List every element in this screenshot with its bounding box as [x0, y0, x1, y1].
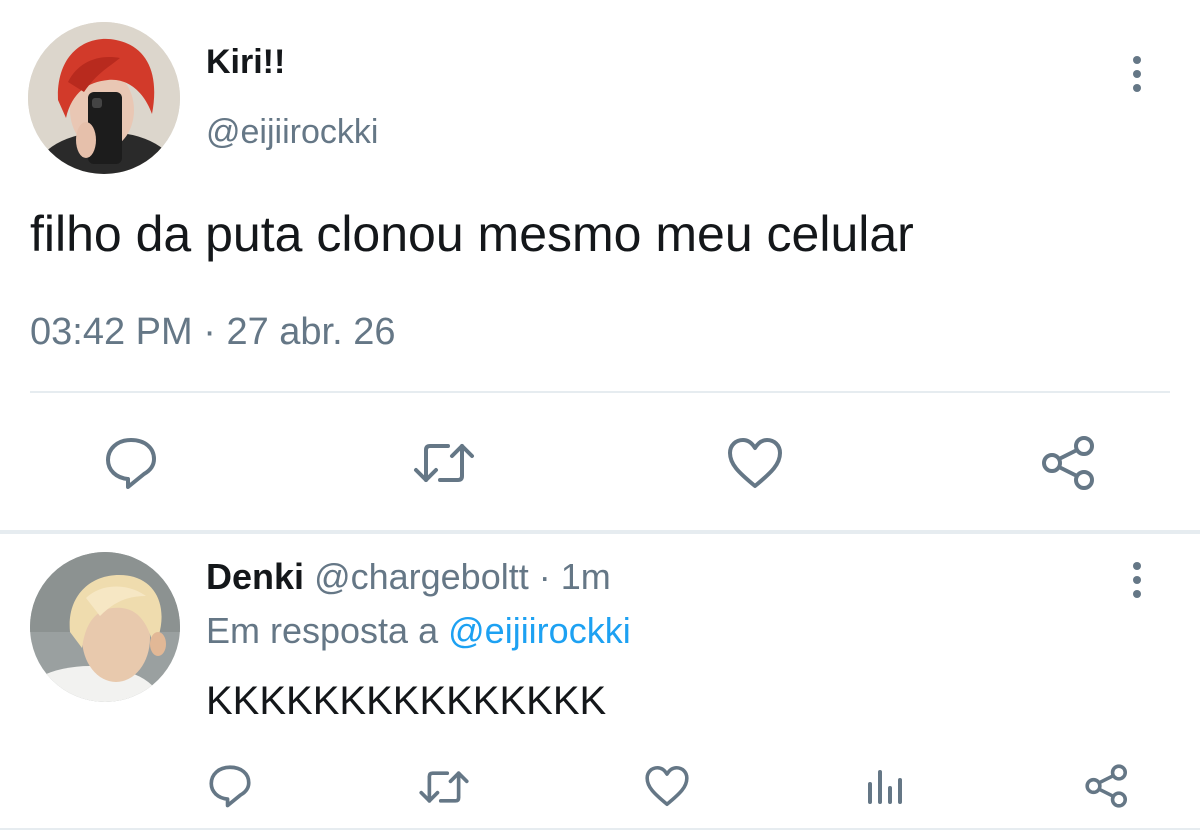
- timestamp-separator: ·: [203, 311, 216, 353]
- section-divider: [0, 530, 1200, 534]
- reply-retweet-icon[interactable]: [418, 768, 470, 806]
- reply-icon[interactable]: [104, 436, 158, 490]
- reply-like-icon[interactable]: [644, 764, 690, 808]
- share-icon[interactable]: [1040, 436, 1098, 490]
- reply-separator: ·: [538, 556, 551, 597]
- tweet-timestamp[interactable]: 03:42 PM · 27 abr. 26: [30, 310, 395, 354]
- tweet-time: 03:42 PM: [30, 311, 193, 353]
- reply-display-name[interactable]: Denki: [206, 556, 304, 597]
- tweet-text: filho da puta clonou mesmo meu celular: [30, 206, 914, 262]
- reply-more-options-icon[interactable]: [1126, 560, 1148, 600]
- reply-handle[interactable]: @chargeboltt: [314, 556, 529, 597]
- reply-age[interactable]: 1m: [561, 556, 611, 597]
- like-icon[interactable]: [726, 436, 784, 490]
- more-options-icon[interactable]: [1126, 54, 1148, 94]
- analytics-icon[interactable]: [864, 766, 904, 806]
- in-reply-prefix: Em resposta a: [206, 610, 439, 651]
- tweet-date: 27 abr. 26: [226, 311, 396, 353]
- reply-author-avatar[interactable]: [30, 552, 180, 702]
- divider: [30, 391, 1170, 393]
- bottom-divider: [0, 828, 1200, 830]
- reply-reply-icon[interactable]: [208, 764, 252, 808]
- in-reply-to: Em resposta a @eijiirockki: [206, 610, 631, 652]
- in-reply-handle-link[interactable]: @eijiirockki: [448, 610, 631, 651]
- reply-share-icon[interactable]: [1084, 764, 1130, 808]
- retweet-icon[interactable]: [412, 440, 476, 486]
- reply-text: KKKKKKKKKKKKKKK: [206, 679, 607, 723]
- author-avatar[interactable]: [28, 22, 180, 174]
- reply-header: Denki @chargeboltt · 1m: [206, 556, 611, 598]
- author-handle[interactable]: @eijiirockki: [206, 112, 378, 152]
- author-display-name[interactable]: Kiri!!: [206, 42, 285, 82]
